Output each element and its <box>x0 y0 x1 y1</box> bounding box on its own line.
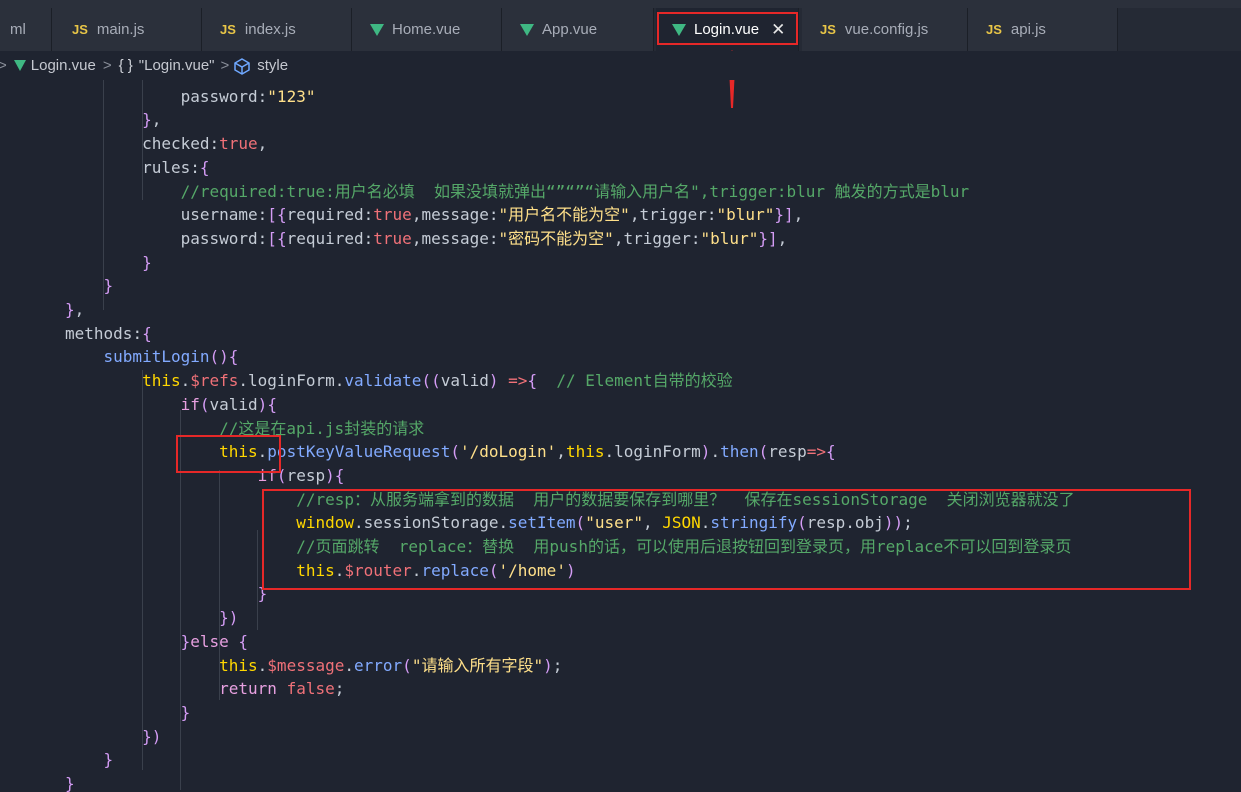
tab-label: main.js <box>96 21 145 38</box>
code-line: if(valid){ <box>180 394 277 414</box>
tab-label: Home.vue <box>392 21 461 38</box>
code-line: checked:true, <box>142 134 268 154</box>
tab-home-vue[interactable]: Home.vue <box>352 8 502 51</box>
indent-guide <box>257 530 258 630</box>
code-line: rules:{ <box>142 157 210 177</box>
tab-label: api.js <box>1010 21 1046 38</box>
tab-ml[interactable]: ml <box>0 8 52 51</box>
code-line: } <box>142 252 152 272</box>
code-line: }, <box>142 110 162 130</box>
js-file-icon: JS <box>72 22 88 37</box>
tab-index-js[interactable]: JS index.js <box>202 8 352 51</box>
code-line: }) <box>219 608 239 628</box>
indent-guide <box>142 370 143 770</box>
tab-label: Login.vue <box>694 21 760 38</box>
js-file-icon: JS <box>820 22 836 37</box>
code-line: } <box>180 702 191 722</box>
code-line: password:[{required:true,message:"密码不能为空… <box>180 228 788 248</box>
cube-icon <box>234 57 250 75</box>
tab-login-vue[interactable]: Login.vue ✕ <box>656 8 799 51</box>
code-line: submitLogin(){ <box>103 347 239 367</box>
code-line: //required:true:用户名必填 如果没填就弹出“”“”“请输入用户名… <box>180 181 970 201</box>
tab-label: ml <box>10 21 26 38</box>
chevron-right-icon: > <box>102 57 112 74</box>
code-line: //页面跳转 replace：替换 用push的话，可以使用后退按钮回到登录页，… <box>296 537 1072 556</box>
code-line: //这是在api.js封装的请求 <box>219 418 425 438</box>
indent-guide <box>103 80 104 310</box>
code-line: this.$message.error("请输入所有字段"); <box>219 655 563 675</box>
indent-guide <box>180 410 181 790</box>
code-line: } <box>103 750 114 770</box>
tab-label: App.vue <box>542 21 598 38</box>
chevron-right-icon: > <box>0 57 7 74</box>
tab-api-js[interactable]: JS api.js <box>968 8 1118 51</box>
vue-file-icon <box>13 60 26 71</box>
close-icon[interactable]: ✕ <box>771 20 785 40</box>
code-line: } <box>65 774 75 792</box>
chevron-right-icon: > <box>220 57 230 74</box>
code-line: }else { <box>180 631 249 651</box>
indent-guide <box>142 80 143 200</box>
code-line: this.$refs.loginForm.validate((valid) =>… <box>142 371 733 391</box>
breadcrumb-symbol[interactable]: style <box>257 57 288 74</box>
breadcrumb: > Login.vue > { } "Login.vue" > style <box>0 51 1241 80</box>
code-line: //resp：从服务端拿到的数据 用户的数据要保存到哪里？ 保存在session… <box>296 489 1075 509</box>
code-line: username:[{required:true,message:"用户名不能为… <box>180 205 804 225</box>
code-line: }, <box>65 300 85 319</box>
code-line: methods:{ <box>65 323 152 343</box>
tab-label: index.js <box>244 21 296 38</box>
code-editor[interactable]: username:"admin", password:"123" }, chec… <box>0 80 1241 792</box>
tab-app-vue[interactable]: App.vue <box>502 8 654 51</box>
code-line: return false; <box>219 679 345 699</box>
breadcrumb-file[interactable]: Login.vue <box>31 57 96 74</box>
js-file-icon: JS <box>220 22 236 37</box>
tab-vue-config-js[interactable]: JS vue.config.js <box>802 8 968 51</box>
tab-main-js[interactable]: JS main.js <box>52 8 202 51</box>
braces-icon: { } <box>118 57 133 74</box>
vue-file-icon <box>370 23 384 36</box>
code-line: } <box>257 584 268 604</box>
indent-guide <box>219 470 220 700</box>
editor-tab-bar: ml JS main.js JS index.js Home.vue App.v… <box>0 0 1241 51</box>
code-line: }) <box>142 726 162 746</box>
code-line: } <box>103 276 114 296</box>
code-line: if(resp){ <box>257 465 345 485</box>
tab-label: vue.config.js <box>844 21 929 38</box>
js-file-icon: JS <box>986 22 1002 37</box>
vue-file-icon <box>672 23 686 36</box>
code-line: window.sessionStorage.setItem("user", JS… <box>296 513 913 533</box>
breadcrumb-object[interactable]: "Login.vue" <box>139 57 215 74</box>
vue-file-icon <box>520 23 534 36</box>
